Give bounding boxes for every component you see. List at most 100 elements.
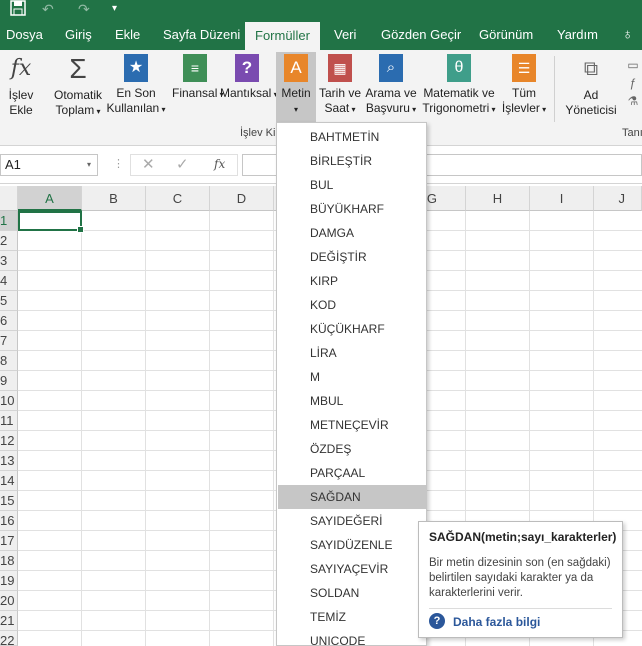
- row-header[interactable]: 10: [0, 391, 18, 411]
- customize-icon[interactable]: ▾: [112, 0, 117, 18]
- text-functions-menu: BAHTMETİN BİRLEŞTİR BUL BÜYÜKHARF DAMGA …: [276, 122, 427, 646]
- logical-button[interactable]: ? Mantıksal ▾: [220, 54, 278, 102]
- column-header-d[interactable]: D: [210, 186, 274, 211]
- tooltip-title: SAĞDAN(metin;sayı_karakterler): [429, 530, 617, 544]
- tab-gozden-gecir[interactable]: Gözden Geçir: [381, 20, 461, 50]
- menu-item[interactable]: SOLDAN: [278, 581, 426, 605]
- row-header[interactable]: 4: [0, 271, 18, 291]
- save-icon[interactable]: [10, 0, 26, 20]
- tab-giris[interactable]: Giriş: [65, 20, 92, 50]
- menu-item[interactable]: MBUL: [278, 389, 426, 413]
- row-header[interactable]: 2: [0, 231, 18, 251]
- row-header[interactable]: 21: [0, 611, 18, 631]
- tab-yardim[interactable]: Yardım: [557, 20, 598, 50]
- menu-item[interactable]: KÜÇÜKHARF: [278, 317, 426, 341]
- row-header[interactable]: 6: [0, 311, 18, 331]
- column-header-b[interactable]: B: [82, 186, 146, 211]
- menu-item[interactable]: DAMGA: [278, 221, 426, 245]
- select-all-corner[interactable]: [0, 186, 18, 211]
- coins-book-icon: ≡: [183, 54, 207, 82]
- more-functions-button[interactable]: ☰ Tüm İşlevler ▾: [500, 54, 548, 117]
- menu-item[interactable]: UNICODE: [278, 629, 426, 645]
- help-icon[interactable]: ?: [429, 613, 445, 629]
- insert-function-button[interactable]: fx İşlev Ekle: [4, 54, 38, 118]
- row-header[interactable]: 20: [0, 591, 18, 611]
- title-bar: ↶ ↷ ▾: [0, 0, 642, 20]
- name-manager-button[interactable]: ⧉ Ad Yöneticisi: [562, 54, 620, 118]
- tab-formuller[interactable]: Formüller: [245, 22, 320, 50]
- menu-item[interactable]: SAYIDEĞERİ: [278, 509, 426, 533]
- menu-item[interactable]: M: [278, 365, 426, 389]
- row-header[interactable]: 9: [0, 371, 18, 391]
- column-header-c[interactable]: C: [146, 186, 210, 211]
- row-header[interactable]: 15: [0, 491, 18, 511]
- tab-gorunum[interactable]: Görünüm: [479, 20, 533, 50]
- row-header[interactable]: 12: [0, 431, 18, 451]
- drag-handle-icon[interactable]: ⋮: [113, 157, 124, 170]
- menu-item[interactable]: KOD: [278, 293, 426, 317]
- group-label-function-library: İşlev Ki: [240, 127, 276, 139]
- menu-item[interactable]: BAHTMETİN: [278, 125, 426, 149]
- row-header[interactable]: 18: [0, 551, 18, 571]
- column-header-j[interactable]: J: [594, 186, 642, 211]
- recently-used-button[interactable]: ★ En Son Kullanılan ▾: [106, 54, 166, 117]
- row-header[interactable]: 7: [0, 331, 18, 351]
- insert-function-icon[interactable]: fx: [214, 157, 225, 171]
- tab-veri[interactable]: Veri: [334, 20, 356, 50]
- menu-item[interactable]: METNEÇEVİR: [278, 413, 426, 437]
- row-header[interactable]: 11: [0, 411, 18, 431]
- menu-item[interactable]: LİRA: [278, 341, 426, 365]
- menu-item[interactable]: BUL: [278, 173, 426, 197]
- tab-ekle[interactable]: Ekle: [115, 20, 140, 50]
- row-header[interactable]: 8: [0, 351, 18, 371]
- financial-button[interactable]: ≡ Finansal ▾: [172, 54, 224, 102]
- menu-item[interactable]: SAYIDÜZENLE: [278, 533, 426, 557]
- menu-item[interactable]: BÜYÜKHARF: [278, 197, 426, 221]
- row-header[interactable]: 17: [0, 531, 18, 551]
- selected-cell-a1[interactable]: [18, 211, 84, 233]
- lightbulb-icon[interactable]: ♁: [622, 20, 633, 50]
- row-header[interactable]: 14: [0, 471, 18, 491]
- autosum-button[interactable]: Σ Otomatik Toplam ▾: [50, 54, 106, 119]
- menu-item[interactable]: TEMİZ: [278, 605, 426, 629]
- column-header-i[interactable]: I: [530, 186, 594, 211]
- menu-item[interactable]: SAYIYAÇEVİR: [278, 557, 426, 581]
- menu-item[interactable]: ÖZDEŞ: [278, 437, 426, 461]
- row-header[interactable]: 1: [0, 211, 18, 231]
- menu-item[interactable]: DEĞİŞTİR: [278, 245, 426, 269]
- tab-dosya[interactable]: Dosya: [6, 20, 43, 50]
- text-functions-button[interactable]: A Metin ▾: [276, 52, 316, 124]
- define-name-icon[interactable]: ▭ ƒ ⚗: [624, 56, 642, 110]
- menu-item[interactable]: PARÇAAL: [278, 461, 426, 485]
- fx-icon: fx: [10, 56, 32, 81]
- magnifier-book-icon: ⌕: [379, 54, 403, 82]
- menu-item-highlighted[interactable]: SAĞDAN: [278, 485, 426, 509]
- date-time-button[interactable]: ▦ Tarih ve Saat ▾: [318, 54, 362, 117]
- tooltip-divider: [429, 608, 612, 609]
- theta-book-icon: θ: [447, 54, 471, 82]
- group-separator: [554, 56, 555, 122]
- cancel-icon[interactable]: ✕: [142, 155, 155, 173]
- row-header[interactable]: 22: [0, 631, 18, 646]
- row-header[interactable]: 13: [0, 451, 18, 471]
- menu-item[interactable]: KIRP: [278, 269, 426, 293]
- enter-icon[interactable]: ✓: [176, 155, 189, 173]
- lookup-reference-button[interactable]: ⌕ Arama ve Başvuru ▾: [364, 54, 418, 117]
- math-trig-button[interactable]: θ Matematik ve Trigonometri ▾: [420, 54, 498, 117]
- menu-item[interactable]: BİRLEŞTİR: [278, 149, 426, 173]
- name-box[interactable]: A1 ▾: [0, 154, 98, 176]
- tooltip-description: Bir metin dizesinin son (en sağdaki) bel…: [429, 557, 611, 599]
- star-book-icon: ★: [124, 54, 148, 82]
- row-header[interactable]: 5: [0, 291, 18, 311]
- redo-icon[interactable]: ↷: [78, 0, 90, 18]
- tab-sayfa-duzeni[interactable]: Sayfa Düzeni: [163, 20, 240, 50]
- column-header-a[interactable]: A: [18, 186, 82, 211]
- name-tags-icon: ⧉: [583, 58, 599, 80]
- row-header[interactable]: 3: [0, 251, 18, 271]
- column-header-h[interactable]: H: [466, 186, 530, 211]
- calendar-book-icon: ▦: [328, 54, 352, 82]
- undo-icon[interactable]: ↶: [42, 0, 54, 18]
- row-header[interactable]: 16: [0, 511, 18, 531]
- row-header[interactable]: 19: [0, 571, 18, 591]
- more-info-link[interactable]: Daha fazla bilgi: [453, 615, 540, 629]
